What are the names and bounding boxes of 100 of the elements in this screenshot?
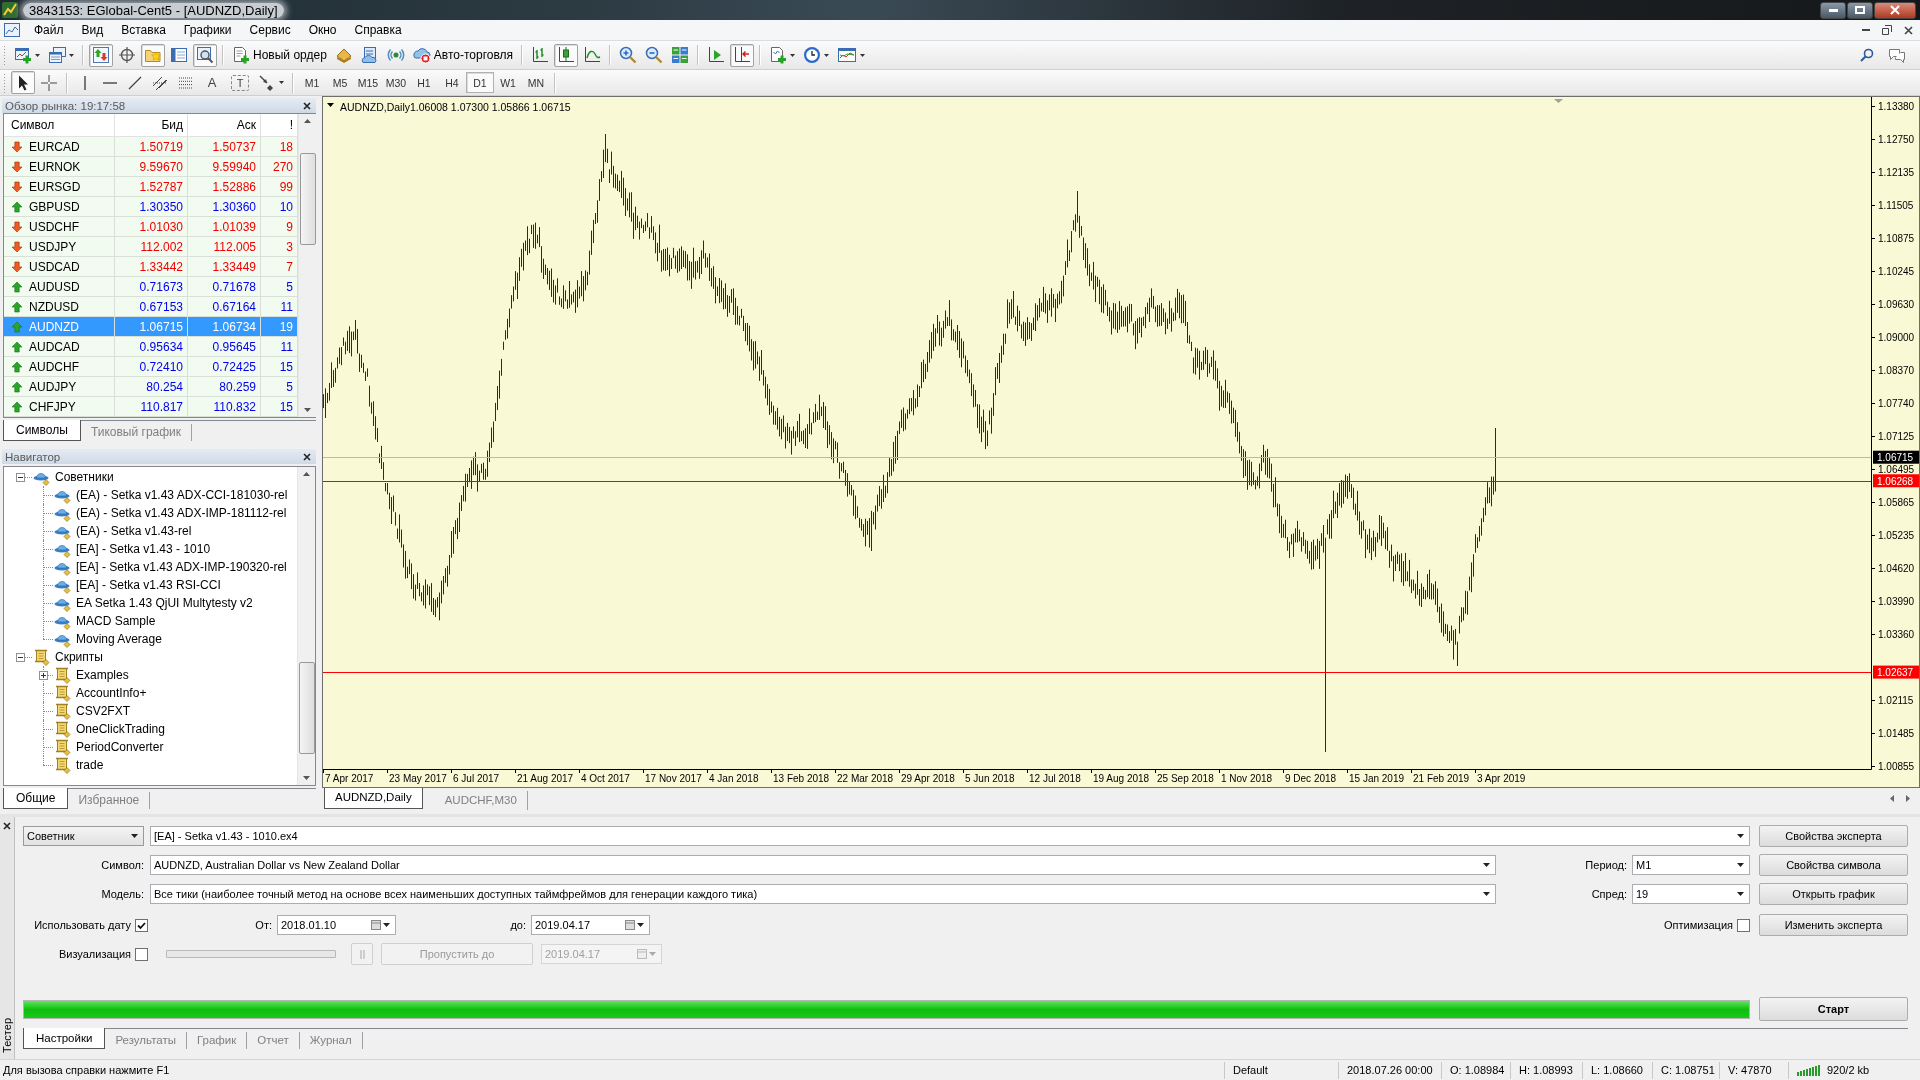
minus-box-icon[interactable] <box>16 472 25 482</box>
table-row[interactable]: EURCAD 1.50719 1.50737 18 <box>4 137 298 157</box>
dropdown[interactable]: AUDNZD, Australian Dollar vs New Zealand Dollar <box>150 855 1496 875</box>
tab[interactable]: Журнал <box>299 1032 363 1049</box>
tree-item[interactable]: MACD Sample <box>54 612 158 630</box>
checkbox[interactable] <box>135 947 148 961</box>
toolbar-button[interactable]: Авто-торговля <box>409 43 517 67</box>
down-triangle-icon[interactable] <box>327 103 334 107</box>
dropdown[interactable]: Все тики (наиболее точный метод на основе всех наименьших доступных таймфреймов для генерации каждого тика) <box>150 884 1496 904</box>
tree-item[interactable]: Скрипты <box>33 648 105 666</box>
menu-item[interactable]: Вставка <box>112 21 175 39</box>
scrollbar[interactable] <box>298 114 316 417</box>
caret-icon[interactable] <box>383 923 390 927</box>
dropdown[interactable]: M1 <box>1632 855 1750 875</box>
timeframe-button[interactable]: M15 <box>354 72 382 93</box>
right-triangle-icon[interactable] <box>1906 795 1910 802</box>
tree-item[interactable]: Советники <box>33 468 116 486</box>
table-row[interactable]: AUDUSD 0.71673 0.71678 5 <box>4 277 298 297</box>
dropdown[interactable]: Советник <box>23 826 144 846</box>
date-field[interactable]: 2019.04.17 <box>531 915 650 935</box>
table-row[interactable]: USDJPY 112.002 112.005 3 <box>4 237 298 257</box>
chart-tab[interactable]: AUDCHF,M30 <box>434 791 528 810</box>
tab[interactable]: Избранное <box>68 792 151 809</box>
checkbox[interactable] <box>135 918 148 932</box>
toolbar-button[interactable] <box>554 43 579 67</box>
timeframe-button[interactable]: H1 <box>410 72 438 93</box>
scroll-thumb[interactable] <box>298 662 315 754</box>
up-triangle-icon[interactable] <box>304 119 311 123</box>
timeframe-button[interactable]: D1 <box>466 72 494 93</box>
timeframe-button[interactable]: M30 <box>382 72 410 93</box>
menu-item[interactable]: Окно <box>299 21 346 39</box>
table-row[interactable]: CHFJPY 110.817 110.832 15 <box>4 397 298 417</box>
table-row[interactable]: USDCHF 1.01030 1.01039 9 <box>4 217 298 237</box>
minimize-button[interactable] <box>1820 1 1846 19</box>
timeframe-button[interactable]: W1 <box>494 72 522 93</box>
plus-box-icon[interactable] <box>39 670 48 680</box>
tab[interactable]: График <box>186 1032 248 1049</box>
toolbar-button[interactable] <box>730 43 755 67</box>
table-row[interactable]: AUDCHF 0.72410 0.72425 15 <box>4 357 298 377</box>
edit-expert-button[interactable]: Изменить эксперта <box>1759 914 1908 936</box>
tree-item[interactable]: (EA) - Setka v1.43-rel <box>54 522 194 540</box>
timeframe-button[interactable]: H4 <box>438 72 466 93</box>
tab[interactable]: Тиковый график <box>80 424 193 441</box>
date-field[interactable]: 2018.01.10 <box>277 915 396 935</box>
scrollbar[interactable] <box>297 467 315 785</box>
column-header[interactable]: Аск <box>188 114 261 136</box>
tab[interactable]: Отчет <box>247 1032 300 1049</box>
chart-tab[interactable]: AUDNZD,Daily <box>324 788 423 809</box>
dropdown[interactable]: [EA] - Setka v1.43 - 1010.ex4 <box>150 826 1750 846</box>
tree-item[interactable]: Examples <box>54 666 131 684</box>
tab[interactable]: Настройки <box>23 1028 106 1049</box>
slider-track[interactable] <box>166 950 336 958</box>
tree-item[interactable]: AccountInfo+ <box>54 684 149 702</box>
table-row[interactable]: AUDCAD 0.95634 0.95645 11 <box>4 337 298 357</box>
maximize-button[interactable] <box>1847 1 1873 19</box>
table-row[interactable]: GBPUSD 1.30350 1.30360 10 <box>4 197 298 217</box>
tree-item[interactable]: (EA) - Setka v1.43 ADX-IMP-181112-rel <box>54 504 289 522</box>
up-triangle-icon[interactable] <box>303 472 310 476</box>
tree-item[interactable]: trade <box>54 756 106 774</box>
checkbox[interactable] <box>1737 918 1750 932</box>
tab[interactable]: Результаты <box>105 1032 187 1049</box>
tree-item[interactable]: [EA] - Setka v1.43 ADX-IMP-190320-rel <box>54 558 289 576</box>
text-tool-button[interactable]: A <box>199 71 225 94</box>
down-triangle-icon[interactable] <box>303 776 310 780</box>
menu-item[interactable]: Графики <box>174 21 241 39</box>
tree-item[interactable]: (EA) - Setka v1.43 ADX-CCI-181030-rel <box>54 486 290 504</box>
tree-item[interactable]: [EA] - Setka v1.43 RSI-CCI <box>54 576 223 594</box>
table-row[interactable]: USDCAD 1.33442 1.33449 7 <box>4 257 298 277</box>
toolbar-button[interactable]: Новый ордер <box>229 43 330 67</box>
close-button[interactable] <box>1874 1 1916 19</box>
symbol-properties-button[interactable]: Свойства символа <box>1759 854 1908 876</box>
tree-item[interactable]: CSV2FXT <box>54 702 132 720</box>
column-header[interactable]: Символ <box>4 114 115 136</box>
search-icon[interactable] <box>1860 48 1874 62</box>
scroll-thumb[interactable] <box>299 153 316 245</box>
tree-item[interactable]: [EA] - Setka v1.43 - 1010 <box>54 540 213 558</box>
timeframe-button[interactable]: MN <box>522 72 550 93</box>
close-button[interactable] <box>1 820 13 832</box>
table-row[interactable]: NZDUSD 0.67153 0.67164 11 <box>4 297 298 317</box>
timeframe-button[interactable]: M1 <box>298 72 326 93</box>
table-row[interactable]: EURNOK 9.59670 9.59940 270 <box>4 157 298 177</box>
text-tool-button[interactable]: T <box>231 74 249 91</box>
table-row[interactable]: AUDJPY 80.254 80.259 5 <box>4 377 298 397</box>
tree-item[interactable]: OneClickTrading <box>54 720 167 738</box>
tree-item[interactable]: PeriodConverter <box>54 738 166 756</box>
chat-icon[interactable] <box>1888 47 1906 63</box>
tab[interactable]: Символы <box>3 420 81 441</box>
menu-item[interactable]: Справка <box>345 21 411 39</box>
tree-item[interactable]: EA Setka 1.43 QjUI Multytesty v2 <box>54 594 255 612</box>
down-triangle-icon[interactable] <box>304 408 311 412</box>
caret-icon[interactable] <box>637 923 644 927</box>
chart-window-icon[interactable] <box>4 22 20 38</box>
tab[interactable]: Общие <box>3 788 69 809</box>
column-header[interactable]: Бид <box>115 114 188 136</box>
menu-item[interactable]: Файл <box>25 21 73 39</box>
expert-properties-button[interactable]: Свойства эксперта <box>1759 825 1908 847</box>
tree-item[interactable]: Moving Average <box>54 630 164 648</box>
menu-item[interactable]: Вид <box>72 21 113 39</box>
menu-item[interactable]: Сервис <box>240 21 300 39</box>
minus-box-icon[interactable] <box>16 652 25 662</box>
